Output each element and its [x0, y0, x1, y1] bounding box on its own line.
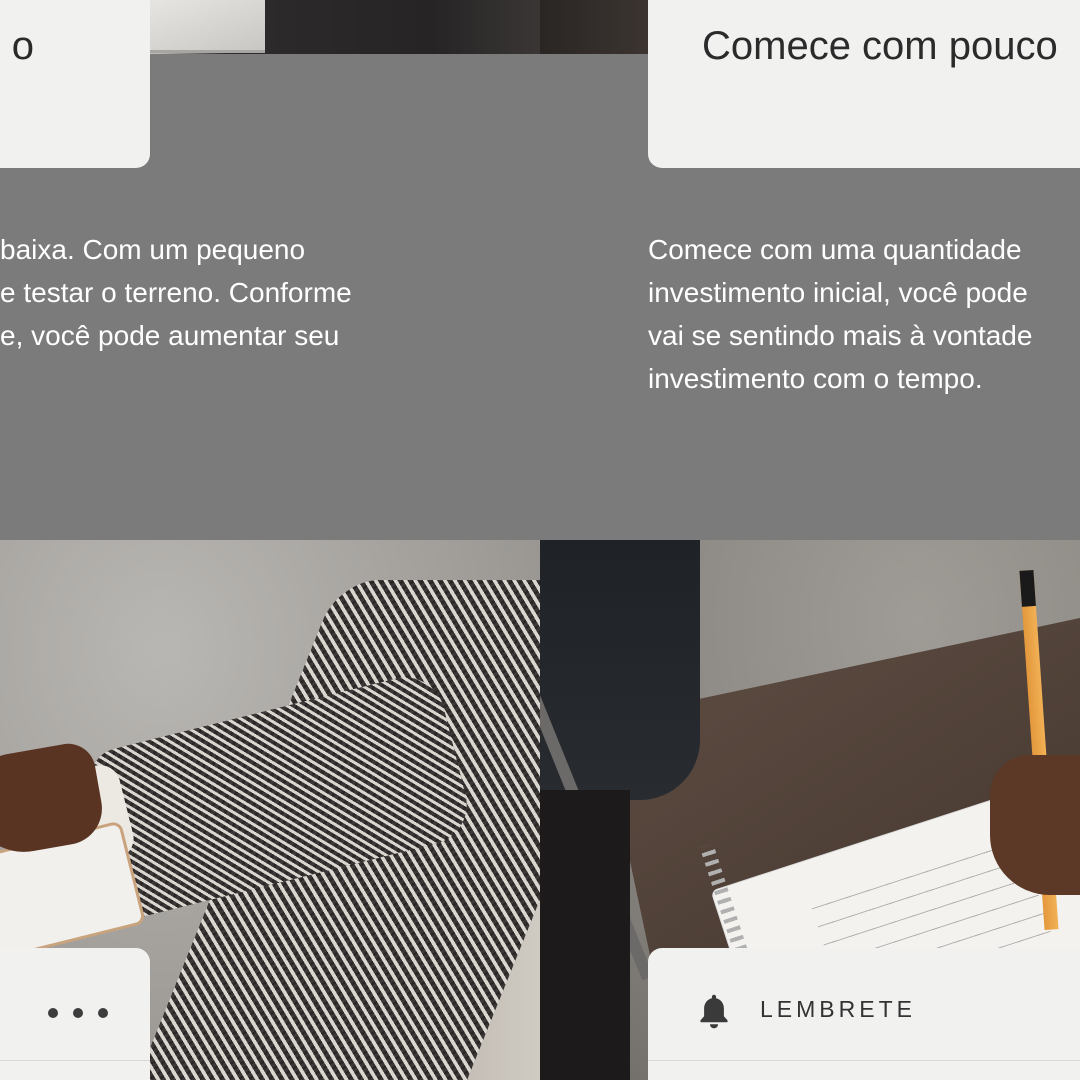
dot: [73, 1008, 83, 1018]
card-bottom-left: [0, 948, 150, 1080]
card-bottom-right: LEMBRETE: [648, 948, 1080, 1080]
body-text-right: Comece com uma quantidade investimento i…: [648, 228, 1080, 400]
body-line: baixa. Com um pequeno: [0, 234, 306, 265]
more-horizontal-icon[interactable]: [48, 998, 108, 1028]
body-line: e testar o terreno. Conforme: [0, 277, 352, 308]
body-line: Comece com uma quantidade: [648, 234, 1022, 265]
body-line: vai se sentindo mais à vontade: [648, 320, 1033, 351]
hand-image: [990, 755, 1080, 895]
body-line: investimento inicial, você pode: [648, 277, 1028, 308]
card-top-right: Comece com pouco: [648, 0, 1080, 168]
body-line: e, você pode aumentar seu: [0, 320, 340, 351]
card-title: Comece com pouco: [702, 24, 1058, 68]
body-text-left: baixa. Com um pequeno e testar o terreno…: [0, 228, 540, 357]
divider: [648, 1060, 1080, 1061]
laptop-image: [150, 0, 265, 53]
dark-object-image: [540, 790, 630, 1080]
body-line: investimento com o tempo.: [648, 363, 983, 394]
reminder-label[interactable]: LEMBRETE: [760, 996, 916, 1023]
bell-icon[interactable]: [696, 992, 732, 1032]
card-title-fragment: o: [11, 24, 34, 68]
dot: [48, 1008, 58, 1018]
card-top-left: o: [0, 0, 150, 168]
dot: [98, 1008, 108, 1018]
instagram-carousel-slide: o Comece com pouco baixa. Com um pequeno…: [0, 0, 1080, 1080]
divider: [0, 1060, 150, 1061]
